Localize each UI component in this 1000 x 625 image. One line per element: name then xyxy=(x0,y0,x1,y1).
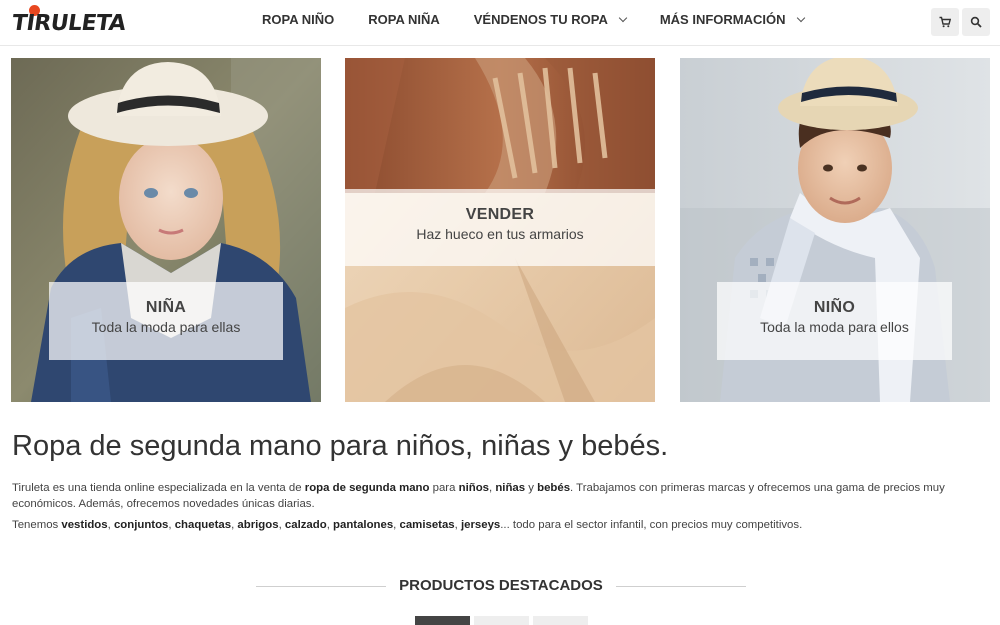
tab-1[interactable] xyxy=(415,616,470,625)
site-logo[interactable]: TIRULETA xyxy=(10,5,136,39)
tile-subtitle: Toda la moda para ellas xyxy=(91,319,241,335)
category-tile-nina[interactable]: NIÑA Toda la moda para ellas xyxy=(11,58,321,402)
tile-title: NIÑO xyxy=(813,299,856,316)
bold-text: jerseys xyxy=(460,519,501,531)
text: Tenemos xyxy=(12,519,62,531)
cart-icon xyxy=(939,16,951,28)
tile-caption: NIÑA Toda la moda para ellas xyxy=(49,282,283,360)
category-tile-nino[interactable]: NIÑO Toda la moda para ellos xyxy=(680,58,990,402)
cart-button[interactable] xyxy=(931,8,959,36)
tile-subtitle: Haz hueco en tus armarios xyxy=(416,226,584,242)
tile-subtitle: Toda la moda para ellos xyxy=(760,319,909,335)
tile-caption: VENDER Haz hueco en tus armarios xyxy=(345,189,655,266)
nav-item-mas-informacion[interactable]: MÁS INFORMACIÓN xyxy=(659,12,805,27)
text: ... todo para el sector infantil, con pr… xyxy=(500,519,803,531)
site-header: TIRULETA ROPA NIÑO ROPA NIÑA VÉNDENOS TU… xyxy=(0,0,1000,46)
product-tabs xyxy=(415,616,592,625)
bold-text: camisetas xyxy=(399,519,455,531)
tile-title: NIÑA xyxy=(145,299,187,316)
nav-item-vendenos[interactable]: VÉNDENOS TU ROPA xyxy=(473,12,628,27)
text: Tiruleta es una tienda online especializ… xyxy=(12,482,305,494)
bold-text: abrigos xyxy=(237,519,279,531)
nav-item-ropa-nino[interactable]: ROPA NIÑO xyxy=(262,12,334,27)
nav-item-label: ROPA NIÑO xyxy=(262,12,335,27)
tab-3[interactable] xyxy=(533,616,588,625)
bold-text: bebés xyxy=(537,482,571,494)
search-button[interactable] xyxy=(962,8,990,36)
category-tile-vender[interactable]: VENDER Haz hueco en tus armarios xyxy=(345,58,655,402)
search-icon xyxy=(970,16,982,28)
text: y xyxy=(525,482,538,494)
tile-title: VENDER xyxy=(465,206,535,223)
nav-item-label: MÁS INFORMACIÓN xyxy=(659,12,786,27)
nav-item-label: VÉNDENOS TU ROPA xyxy=(473,12,608,27)
logo-text: TIRULETA xyxy=(10,11,128,36)
chevron-down-icon xyxy=(618,13,628,22)
nav-item-label: ROPA NIÑA xyxy=(368,12,440,27)
tab-2[interactable] xyxy=(474,616,529,625)
featured-products-header: PRODUCTOS DESTACADOS xyxy=(256,576,746,596)
intro-paragraph: Tiruleta es una tienda online especializ… xyxy=(12,480,992,512)
bold-text: ropa de segunda mano xyxy=(304,482,430,494)
main-nav: ROPA NIÑO ROPA NIÑA VÉNDENOS TU ROPA MÁS… xyxy=(262,12,838,27)
products-paragraph: Tenemos vestidos, conjuntos, chaquetas, … xyxy=(12,517,992,533)
bold-text: chaquetas xyxy=(174,519,232,531)
bold-text: conjuntos xyxy=(113,519,169,531)
bold-text: niños xyxy=(458,482,489,494)
page-headline: Ropa de segunda mano para niños, niñas y… xyxy=(12,430,669,462)
section-title: PRODUCTOS DESTACADOS xyxy=(399,577,603,594)
chevron-down-icon xyxy=(796,13,805,22)
bold-text: pantalones xyxy=(333,519,394,531)
bold-text: calzado xyxy=(284,519,327,531)
text: para xyxy=(429,482,459,494)
nav-item-ropa-nina[interactable]: ROPA NIÑA xyxy=(368,12,440,27)
bold-text: vestidos xyxy=(61,519,108,531)
bold-text: niñas xyxy=(495,482,526,494)
tile-caption: NIÑO Toda la moda para ellos xyxy=(717,282,952,360)
